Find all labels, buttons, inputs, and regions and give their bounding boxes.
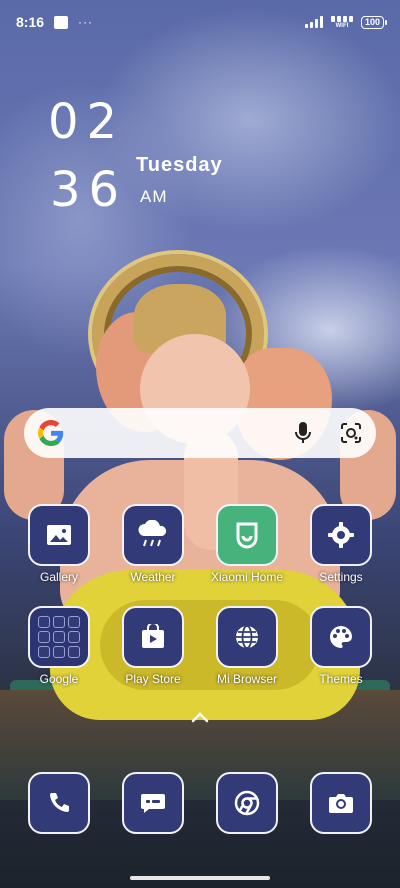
app-label: Gallery [39, 570, 78, 584]
signal-icon [304, 16, 323, 28]
dock-camera[interactable] [293, 772, 389, 834]
lens-icon[interactable] [340, 422, 362, 444]
clock-day[interactable]: Tuesday [136, 154, 223, 177]
mic-icon[interactable] [294, 421, 312, 445]
camera-icon[interactable] [310, 772, 372, 834]
google-search-bar[interactable] [24, 408, 376, 458]
battery-icon: 100 [360, 15, 388, 29]
app-themes[interactable]: Themes [293, 606, 389, 686]
app-settings[interactable]: Settings [293, 504, 389, 584]
wifi-label: WIFI [335, 22, 349, 29]
dock-phone[interactable] [11, 772, 107, 834]
google-folder-icon[interactable] [28, 606, 90, 668]
google-g-icon [38, 420, 64, 446]
app-label: Play Store [125, 672, 181, 686]
phone-icon[interactable] [28, 772, 90, 834]
clock-minute[interactable]: 36 [50, 162, 127, 218]
status-bar: 8:16 ··· WIFI 100 [0, 0, 400, 44]
app-mi-browser[interactable]: Mi Browser [199, 606, 295, 686]
messages-icon[interactable] [122, 772, 184, 834]
app-weather[interactable]: Weather [105, 504, 201, 584]
app-label: Settings [319, 570, 363, 584]
xiaomi-home-icon[interactable] [216, 504, 278, 566]
status-time: 8:16 [16, 14, 45, 30]
settings-gear-icon[interactable] [310, 504, 372, 566]
app-label: Xiaomi Home [210, 570, 284, 584]
weather-icon[interactable] [122, 504, 184, 566]
app-label: Themes [319, 672, 363, 686]
palette-icon[interactable] [310, 606, 372, 668]
play-store-icon[interactable] [122, 606, 184, 668]
gallery-icon[interactable] [28, 504, 90, 566]
dock-messages[interactable] [105, 772, 201, 834]
globe-icon[interactable] [216, 606, 278, 668]
gesture-nav-handle[interactable] [130, 876, 270, 880]
app-label: Google [39, 672, 79, 686]
chrome-icon[interactable] [216, 772, 278, 834]
chevron-up-icon[interactable] [190, 710, 210, 724]
app-google-folder[interactable]: Google [11, 606, 107, 686]
wifi-icon: WIFI [330, 15, 353, 29]
dock-chrome[interactable] [199, 772, 295, 834]
app-label: Weather [130, 570, 176, 584]
more-notifications-icon: ··· [78, 15, 94, 29]
app-xiaomi-home[interactable]: Xiaomi Home [199, 504, 295, 584]
notification-icon [54, 15, 69, 29]
status-indicators: WIFI 100 [304, 15, 388, 29]
app-gallery[interactable]: Gallery [11, 504, 107, 584]
clock-hour[interactable]: 02 [48, 94, 125, 150]
clock-ampm[interactable]: AM [140, 187, 168, 207]
app-play-store[interactable]: Play Store [105, 606, 201, 686]
app-label: Mi Browser [216, 672, 277, 686]
